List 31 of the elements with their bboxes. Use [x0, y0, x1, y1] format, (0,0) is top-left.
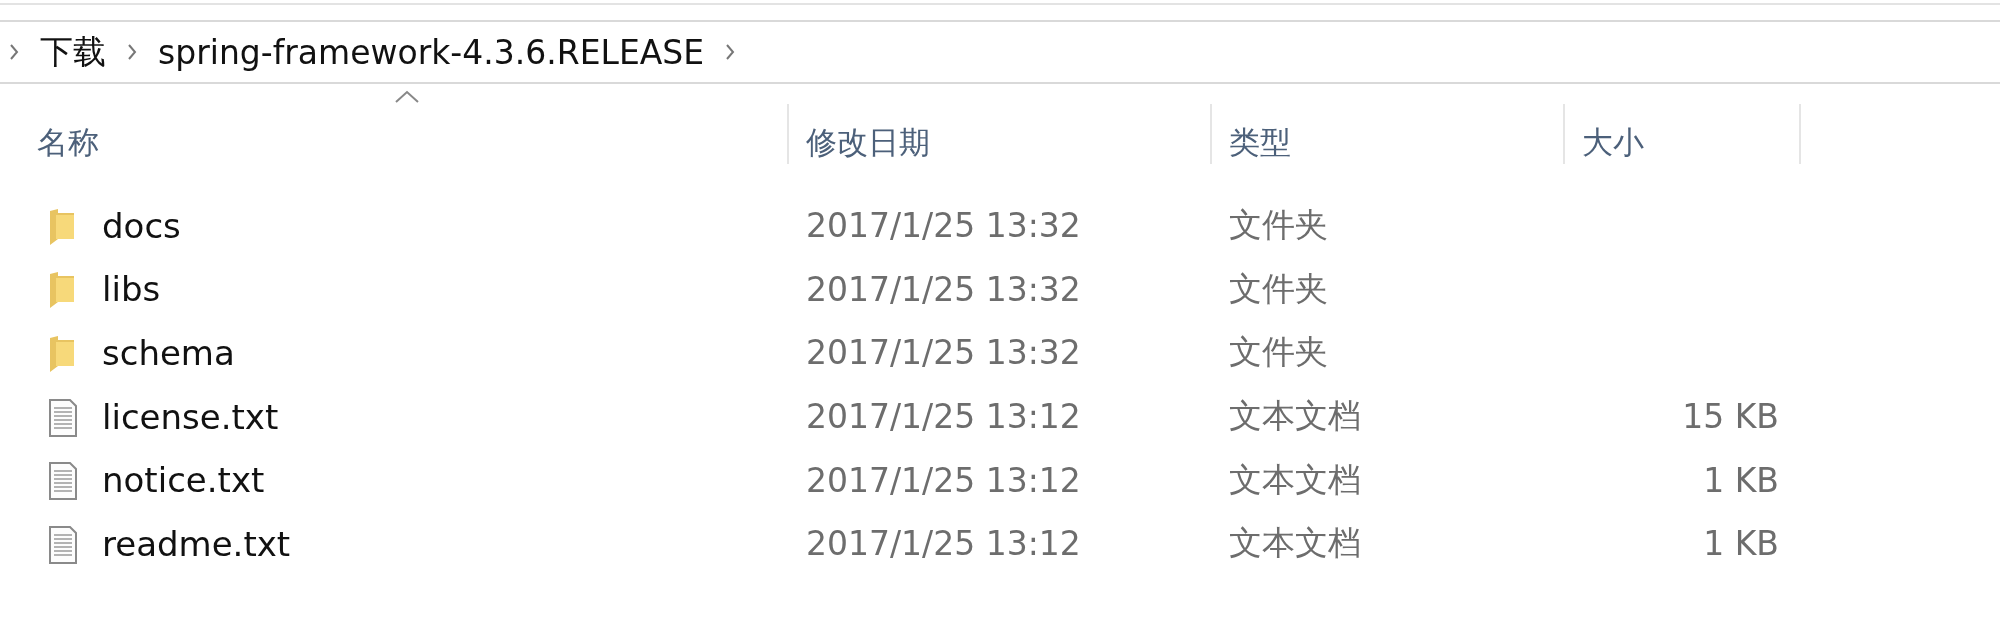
- column-header[interactable]: 修改日期: [789, 104, 1212, 164]
- chevron-icon[interactable]: [724, 42, 737, 62]
- modified-date: 2017/1/25 13:12: [805, 460, 1081, 500]
- file-type: 文件夹: [1228, 204, 1328, 247]
- file-size: 1 KB: [1703, 460, 1780, 500]
- modified-date: 2017/1/25 13:12: [805, 397, 1081, 437]
- file-name[interactable]: docs: [102, 205, 181, 246]
- modified-date: 2017/1/25 13:32: [805, 269, 1081, 309]
- modified-date: 2017/1/25 13:32: [805, 206, 1081, 246]
- file-type: 文件夹: [1228, 267, 1328, 310]
- file-size: 1 KB: [1703, 524, 1780, 564]
- file-name[interactable]: notice.txt: [102, 460, 265, 501]
- modified-date: 2017/1/25 13:12: [805, 524, 1081, 564]
- file-name[interactable]: schema: [102, 333, 235, 373]
- column-header[interactable]: 类型: [1212, 104, 1565, 164]
- file-name[interactable]: readme.txt: [102, 523, 291, 564]
- modified-date: 2017/1/25 13:32: [805, 333, 1081, 373]
- breadcrumb-item[interactable]: spring-framework-4.3.6.RELEASE: [144, 32, 719, 72]
- breadcrumb-item[interactable]: 下载: [26, 29, 120, 75]
- file-size: 15 KB: [1682, 397, 1780, 437]
- file-type: 文本文档: [1228, 458, 1361, 501]
- file-name[interactable]: libs: [102, 269, 161, 310]
- file-type: 文件夹: [1228, 331, 1328, 374]
- file-type: 文本文档: [1228, 522, 1361, 565]
- column-header[interactable]: 大小: [1565, 104, 1801, 164]
- chevron-icon[interactable]: [126, 42, 138, 62]
- file-type: 文本文档: [1228, 395, 1361, 438]
- chevron-icon[interactable]: [8, 42, 20, 62]
- column-header[interactable]: 名称: [0, 104, 789, 164]
- file-name[interactable]: license.txt: [102, 396, 279, 437]
- document-icon: [48, 459, 78, 502]
